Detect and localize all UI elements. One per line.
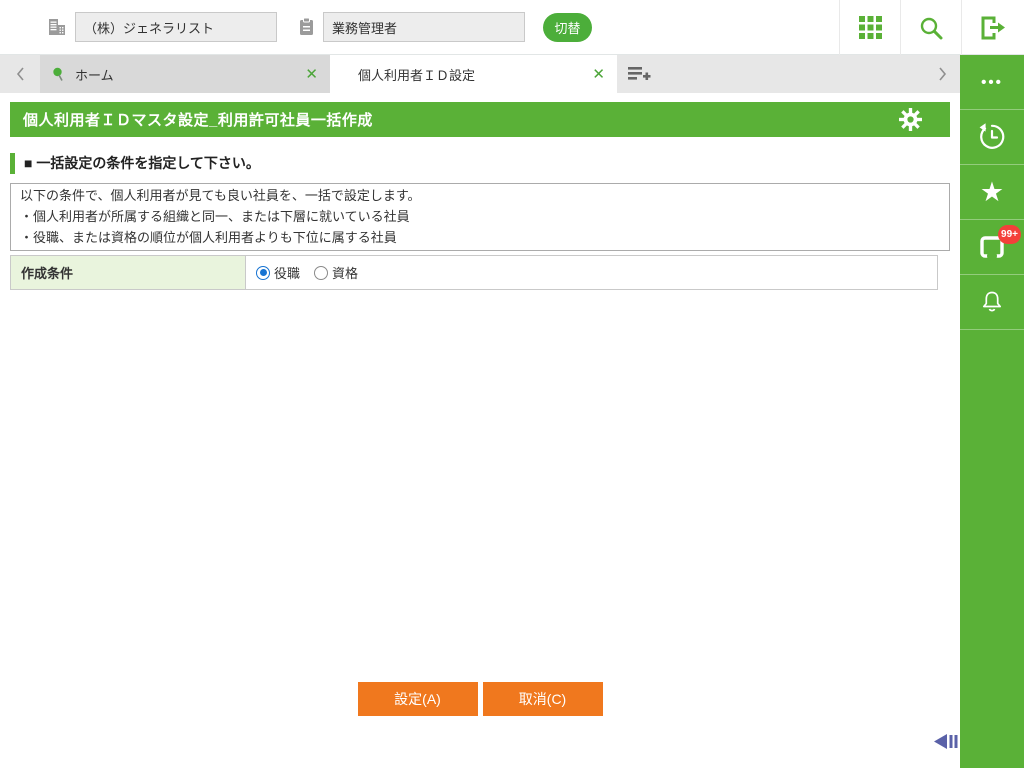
apps-grid-button[interactable] — [839, 0, 900, 55]
settings-gear-icon[interactable] — [899, 108, 922, 131]
info-line: ・個人利用者が所属する組織と同一、または下層に就いている社員 — [20, 209, 410, 224]
bell-icon — [982, 291, 1002, 312]
app-root: 切替 — [0, 0, 1024, 768]
star-icon: ★ — [979, 176, 1005, 207]
form-label: 作成条件 — [10, 255, 246, 290]
chevron-left-icon — [16, 67, 24, 81]
tabbar: ホーム ✕ 個人利用者ＩＤ設定 ✕ — [0, 55, 960, 93]
tab-personal-user-id-settings[interactable]: 個人利用者ＩＤ設定 ✕ — [330, 55, 617, 93]
radio-qualification-label[interactable]: 資格 — [332, 263, 358, 282]
add-tab-button[interactable] — [617, 55, 661, 93]
tab-scroll-right-button[interactable] — [924, 55, 960, 93]
tab-home[interactable]: ホーム ✕ — [40, 55, 330, 93]
radio-position[interactable] — [256, 265, 270, 280]
logout-button[interactable] — [961, 0, 1024, 55]
company-input[interactable] — [75, 12, 277, 42]
search-icon — [920, 17, 943, 39]
condition-form: 作成条件 役職 資格 — [10, 255, 938, 290]
tab-home-close-icon[interactable]: ✕ — [305, 65, 318, 83]
tabbar-spacer — [661, 55, 924, 93]
section-heading: ■ 一括設定の条件を指定して下さい。 — [10, 153, 950, 174]
info-line: 以下の条件で、個人利用者が見ても良い社員を、一括で設定します。 — [20, 188, 421, 203]
history-clock-icon — [979, 123, 1005, 149]
ellipsis-icon: ••• — [981, 73, 1003, 91]
page-title: 個人利用者ＩＤマスタ設定_利用許可社員一括作成 — [23, 112, 373, 129]
more-menu-button[interactable]: ••• — [960, 55, 1024, 110]
role-input[interactable] — [323, 12, 525, 42]
notification-badge: 99+ — [998, 225, 1021, 244]
pin-icon — [52, 67, 65, 82]
approval-tasks-button[interactable]: 99+ — [960, 220, 1024, 275]
page-titlebar: 個人利用者ＩＤマスタ設定_利用許可社員一括作成 — [10, 102, 950, 137]
switch-button[interactable]: 切替 — [543, 12, 592, 42]
search-button[interactable] — [900, 0, 961, 55]
form-row-create-condition: 作成条件 役職 資格 — [10, 255, 938, 290]
tab-scroll-left-button[interactable] — [0, 55, 40, 93]
radio-qualification[interactable] — [314, 265, 329, 280]
add-tab-icon — [628, 67, 651, 80]
info-line: ・役職、または資格の順位が個人利用者よりも下位に属する社員 — [20, 230, 397, 245]
favorites-button[interactable]: ★ — [960, 165, 1024, 220]
info-box: 以下の条件で、個人利用者が見ても良い社員を、一括で設定します。 ・個人利用者が所… — [10, 183, 950, 251]
notifications-button[interactable] — [960, 275, 1024, 330]
history-button[interactable] — [960, 110, 1024, 165]
radio-position-label[interactable]: 役職 — [274, 263, 300, 282]
cancel-button[interactable]: 取消(C) — [482, 682, 603, 716]
right-sidebar: ••• ★ 99+ — [960, 55, 1024, 768]
tab-active-label: 個人利用者ＩＤ設定 — [358, 67, 476, 83]
create-condition-radio-group: 役職 資格 — [256, 263, 927, 282]
logout-icon — [981, 16, 1005, 39]
tab-active-close-icon[interactable]: ✕ — [592, 65, 605, 83]
collapse-panel-icon[interactable] — [933, 731, 960, 752]
main-content: 個人利用者ＩＤマスタ設定_利用許可社員一括作成 ■ 一括設定の条件を指定して下さ… — [0, 93, 960, 768]
topbar-actions — [839, 0, 1024, 55]
topbar: 切替 — [0, 0, 1024, 55]
apps-grid-icon — [858, 16, 882, 39]
action-buttons: 設定(A) 取消(C) — [0, 682, 960, 716]
chevron-right-icon — [938, 67, 946, 81]
organization-icon — [46, 16, 68, 38]
role-clipboard-icon — [295, 16, 317, 38]
submit-button[interactable]: 設定(A) — [357, 682, 478, 716]
tab-home-label: ホーム — [75, 67, 114, 83]
